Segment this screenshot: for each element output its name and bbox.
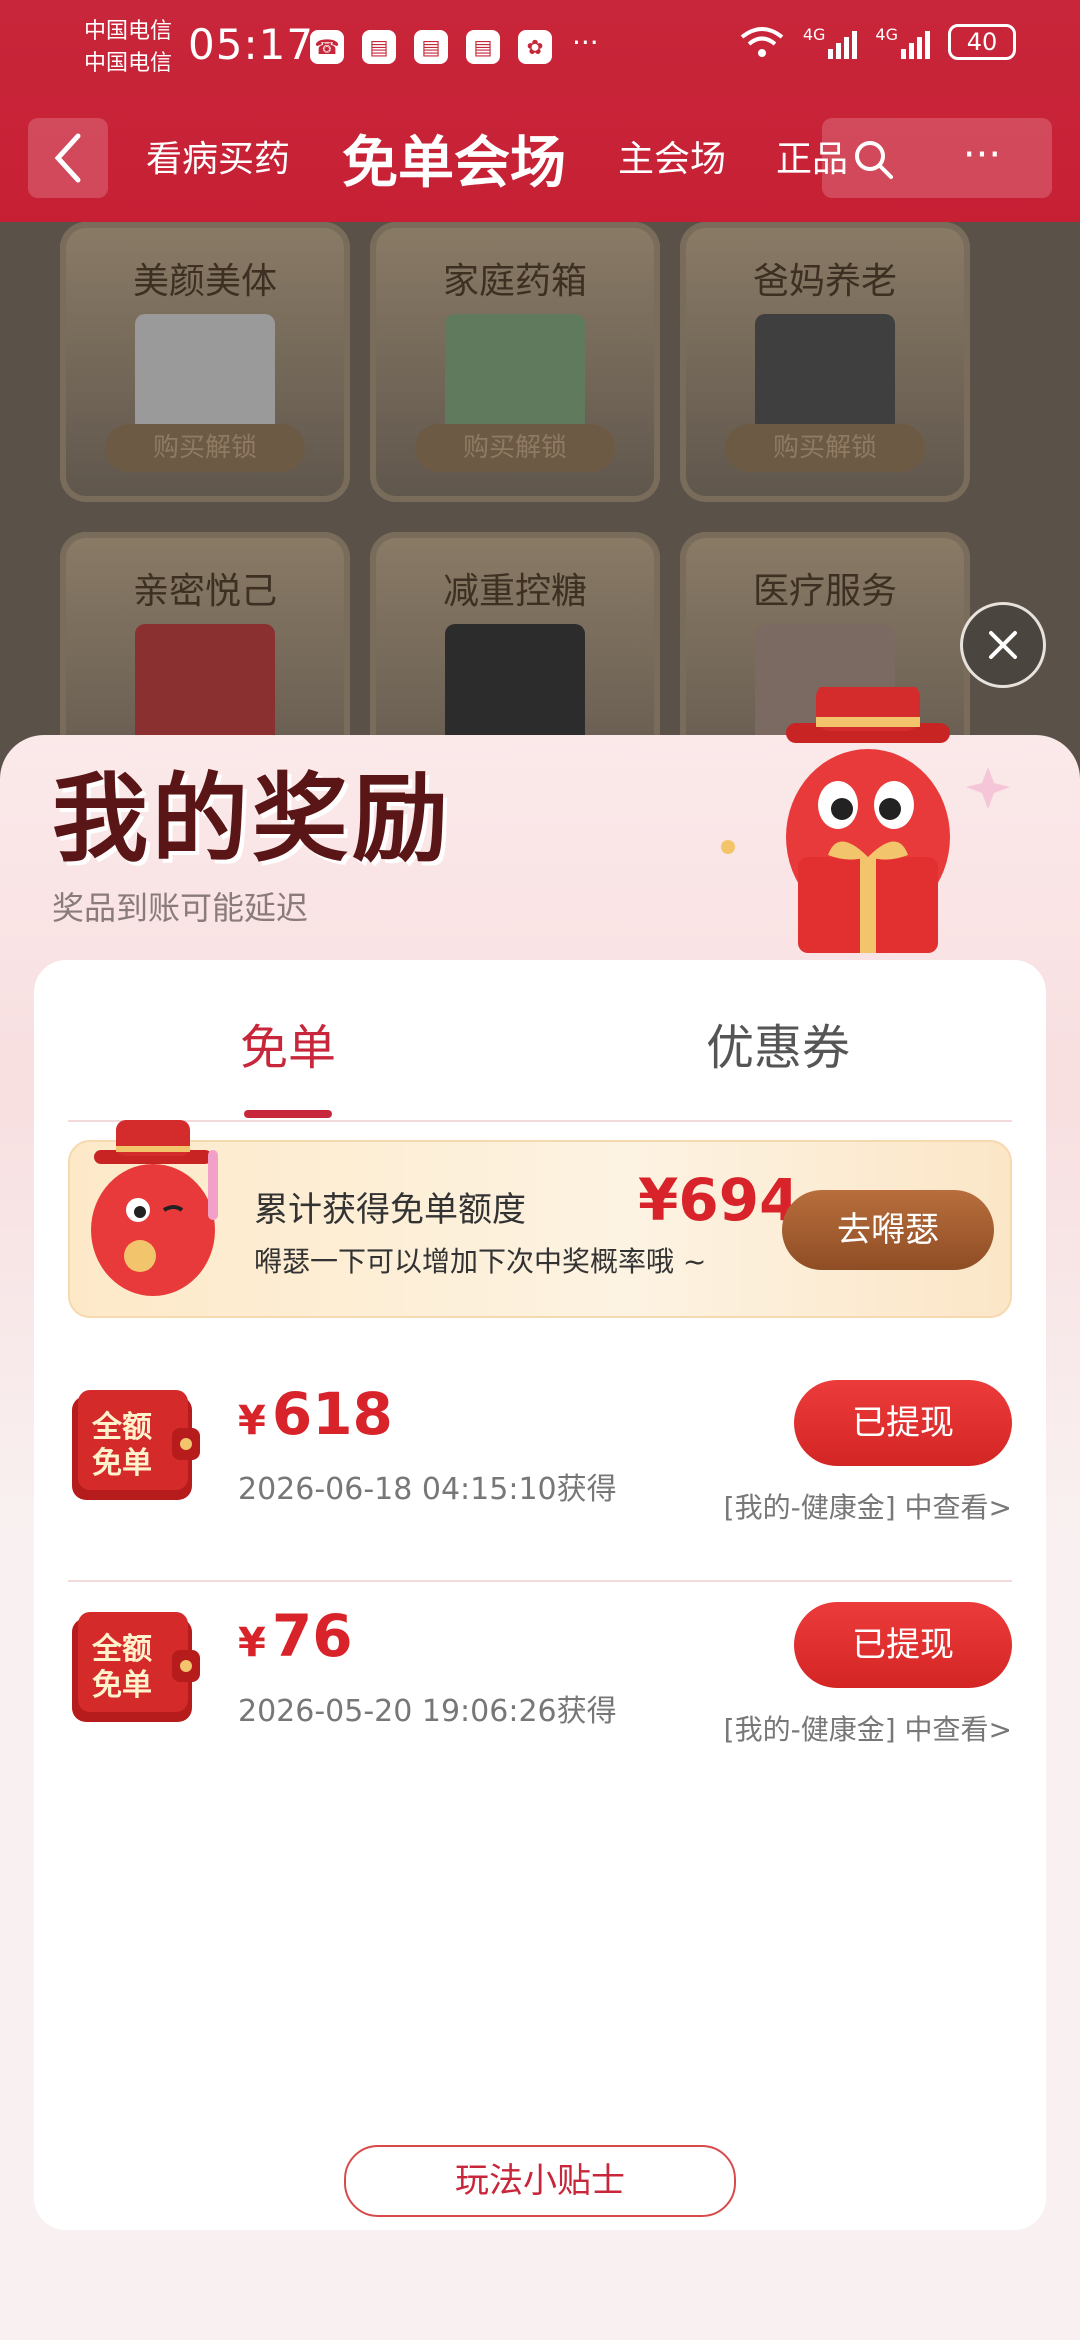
view-link[interactable]: [我的-健康金] 中查看> bbox=[724, 1708, 1012, 1748]
book-icon: ▤ bbox=[362, 30, 396, 64]
chevron-left-icon bbox=[54, 133, 81, 183]
cumulative-banner: 累计获得免单额度 ¥694 嘚瑟一下可以增加下次中奖概率哦 ~ 去嘚瑟 bbox=[68, 1120, 1012, 1318]
category-title: 家庭药箱 bbox=[442, 261, 587, 302]
rewards-sheet: 我的奖励 奖品到账可能延迟 免单 优惠券 累计获得免单额度 ¥694 嘚瑟一下可… bbox=[0, 687, 1080, 2340]
mascot-illustration bbox=[721, 687, 1010, 953]
close-icon bbox=[989, 631, 1017, 659]
more-icon: ··· bbox=[962, 132, 1002, 178]
category-title: 减重控糖 bbox=[442, 571, 587, 612]
reward-amount-value: 618 bbox=[271, 1380, 393, 1448]
nav-tab-medicine[interactable]: 看病买药 bbox=[146, 130, 290, 182]
wallet-badge-text: 全额免单 bbox=[92, 1410, 152, 1481]
status-bar: 中国电信 中国电信 05:17 ☎ ▤ ▤ ▤ ✿ ··· 4G 4G 40 bbox=[0, 0, 1080, 100]
book-icon: ▤ bbox=[414, 30, 448, 64]
wallet-badge-text: 全额免单 bbox=[92, 1632, 152, 1703]
rewards-card: 免单 优惠券 累计获得免单额度 ¥694 嘚瑟一下可以增加下次中奖概率哦 ~ 去… bbox=[34, 960, 1046, 2230]
reward-row: 全额免单 ¥76 2026-05-20 19:06:26获得 已提现 [我的-健… bbox=[68, 1574, 1012, 1784]
reward-amount-value: 76 bbox=[271, 1602, 353, 1670]
currency-symbol: ¥ bbox=[238, 1620, 266, 1666]
cellular-signal-icon: 4G bbox=[803, 25, 858, 59]
wallet-badge: 全额免单 bbox=[68, 1388, 204, 1504]
notification-icons: ☎ ▤ ▤ ▤ ✿ bbox=[310, 30, 552, 64]
reward-amount: ¥618 bbox=[238, 1380, 393, 1448]
sheet-title: 我的奖励 bbox=[52, 763, 452, 875]
withdrawn-button[interactable]: 已提现 bbox=[794, 1380, 1012, 1466]
sheet-subtitle: 奖品到账可能延迟 bbox=[52, 889, 309, 927]
search-icon bbox=[855, 141, 893, 179]
tips-button[interactable]: 玩法小贴士 bbox=[344, 2145, 736, 2217]
back-button[interactable] bbox=[28, 118, 108, 198]
signal-group: 4G 4G 40 bbox=[739, 24, 1016, 60]
banner-title: 累计获得免单额度 bbox=[254, 1190, 526, 1230]
category-title: 医疗服务 bbox=[752, 571, 897, 612]
carrier-info: 中国电信 中国电信 bbox=[84, 16, 172, 80]
close-button[interactable] bbox=[960, 602, 1046, 688]
active-tab-indicator bbox=[244, 1110, 332, 1118]
category-action: 购买解锁 bbox=[105, 424, 305, 472]
battery-indicator: 40 bbox=[948, 24, 1016, 60]
withdrawn-button[interactable]: 已提现 bbox=[794, 1602, 1012, 1688]
category-action: 购买解锁 bbox=[725, 424, 925, 472]
reward-row: 全额免单 ¥618 2026-06-18 04:15:10获得 已提现 [我的-… bbox=[68, 1352, 1012, 1562]
nav-tab-main-venue[interactable]: 主会场 bbox=[618, 130, 726, 182]
network-label-2: 4G bbox=[875, 25, 898, 44]
cellular-signal-icon: 4G bbox=[875, 25, 930, 59]
category-action: 购买解锁 bbox=[415, 424, 615, 472]
nav-tab-free-order[interactable]: 免单会场 bbox=[342, 118, 566, 199]
category-title: 亲密悦己 bbox=[132, 571, 277, 612]
clock: 05:17 bbox=[188, 20, 315, 69]
more-button[interactable]: ··· bbox=[942, 132, 1022, 182]
more-notifications-icon: ··· bbox=[572, 26, 599, 59]
tab-coupons[interactable]: 优惠券 bbox=[706, 1008, 850, 1078]
wifi-icon bbox=[740, 27, 784, 57]
header-actions: ··· bbox=[822, 118, 1052, 198]
category-card: 爸妈养老 购买解锁 bbox=[680, 222, 970, 502]
tab-free-order[interactable]: 免单 bbox=[240, 1008, 336, 1078]
search-button[interactable] bbox=[850, 136, 900, 186]
carrier-2: 中国电信 bbox=[84, 51, 173, 76]
wallet-badge: 全额免单 bbox=[68, 1610, 204, 1726]
book-icon: ▤ bbox=[466, 30, 500, 64]
network-label-1: 4G bbox=[802, 25, 826, 44]
navigation-bar: 看病买药 免单会场 主会场 正品 ··· bbox=[0, 112, 1080, 212]
view-link[interactable]: [我的-健康金] 中查看> bbox=[724, 1486, 1012, 1526]
category-title: 爸妈养老 bbox=[752, 261, 897, 302]
top-bar: 中国电信 中国电信 05:17 ☎ ▤ ▤ ▤ ✿ ··· 4G 4G 40 看… bbox=[0, 0, 1080, 222]
huawei-icon: ✿ bbox=[518, 30, 552, 64]
phone-icon: ☎ bbox=[310, 30, 344, 64]
reward-tabs: 免单 优惠券 bbox=[68, 960, 1012, 1122]
banner-amount: ¥694 bbox=[638, 1166, 800, 1234]
currency-symbol: ¥ bbox=[238, 1398, 266, 1444]
reward-date: 2026-05-20 19:06:26获得 bbox=[238, 1694, 617, 1729]
category-title: 美颜美体 bbox=[132, 261, 277, 302]
show-off-button[interactable]: 去嘚瑟 bbox=[782, 1190, 994, 1270]
mascot-wink-illustration bbox=[91, 1120, 218, 1296]
reward-amount: ¥76 bbox=[238, 1602, 353, 1670]
battery-level: 40 bbox=[966, 28, 998, 56]
reward-date: 2026-06-18 04:15:10获得 bbox=[238, 1472, 617, 1507]
category-card: 美颜美体 购买解锁 bbox=[60, 222, 350, 502]
category-card: 家庭药箱 购买解锁 bbox=[370, 222, 660, 502]
carrier-1: 中国电信 bbox=[84, 19, 173, 44]
banner-subtitle: 嘚瑟一下可以增加下次中奖概率哦 ~ bbox=[254, 1245, 707, 1278]
